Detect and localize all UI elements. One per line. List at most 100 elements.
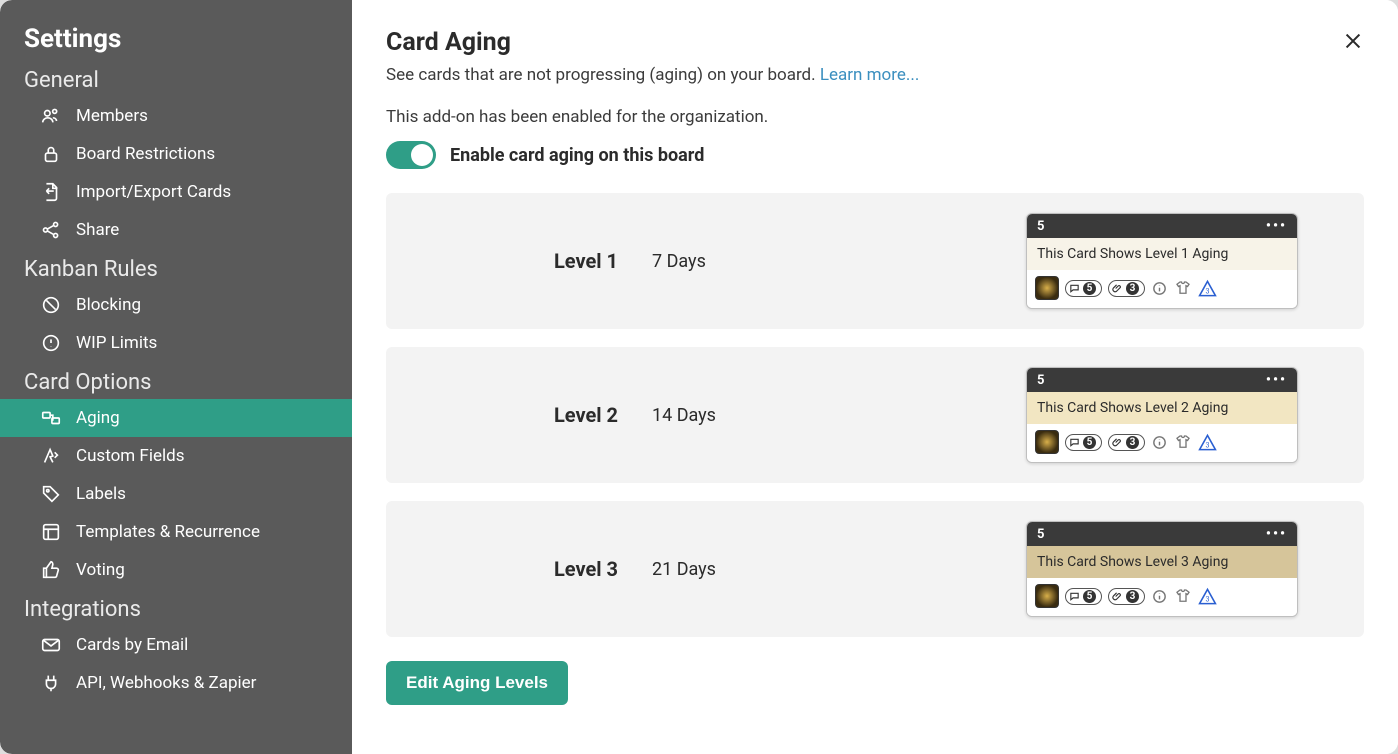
- preview-card: 5 ••• This Card Shows Level 3 Aging 5 3: [1026, 521, 1298, 617]
- edit-aging-levels-button[interactable]: Edit Aging Levels: [386, 661, 568, 705]
- svg-text:3: 3: [1206, 440, 1210, 449]
- sidebar-item-label: Share: [76, 220, 119, 240]
- voting-icon: [40, 559, 62, 581]
- preview-card-number: 5: [1037, 219, 1044, 234]
- level-days: 14 Days: [652, 405, 872, 426]
- comments-badge: 5: [1065, 280, 1102, 297]
- attachments-count: 3: [1126, 590, 1139, 603]
- sidebar-item-wip-limits[interactable]: WIP Limits: [0, 324, 352, 362]
- sidebar-title: Settings: [0, 18, 352, 60]
- attachments-badge: 3: [1108, 280, 1145, 297]
- sidebar-item-custom-fields[interactable]: Custom Fields: [0, 437, 352, 475]
- warning-badge: 3: [1198, 279, 1217, 298]
- level-label: Level 3: [412, 557, 652, 581]
- comments-badge: 5: [1065, 434, 1102, 451]
- aging-levels-list: Level 1 7 Days 5 ••• This Card Shows Lev…: [386, 193, 1364, 637]
- preview-card: 5 ••• This Card Shows Level 1 Aging 5 3: [1026, 213, 1298, 309]
- attachments-badge: 3: [1108, 588, 1145, 605]
- sidebar-item-api-webhooks[interactable]: API, Webhooks & Zapier: [0, 664, 352, 702]
- attachments-badge: 3: [1108, 434, 1145, 451]
- preview-card-header: 5 •••: [1027, 214, 1297, 238]
- preview-card-header: 5 •••: [1027, 368, 1297, 392]
- comments-badge: 5: [1065, 588, 1102, 605]
- sidebar-item-share[interactable]: Share: [0, 211, 352, 249]
- preview-card-icons: 5 3 3: [1027, 578, 1297, 616]
- shirt-icon: [1174, 279, 1192, 297]
- level-row: Level 1 7 Days 5 ••• This Card Shows Lev…: [386, 193, 1364, 329]
- settings-sidebar: Settings General Members Board Restricti…: [0, 0, 352, 754]
- avatar-icon: [1035, 430, 1059, 454]
- app-window: Settings General Members Board Restricti…: [0, 0, 1398, 754]
- preview-card-number: 5: [1037, 373, 1044, 388]
- preview-card-title: This Card Shows Level 3 Aging: [1027, 546, 1297, 578]
- sidebar-item-voting[interactable]: Voting: [0, 551, 352, 589]
- sidebar-item-label: API, Webhooks & Zapier: [76, 673, 256, 693]
- attachments-count: 3: [1126, 282, 1139, 295]
- toggle-label: Enable card aging on this board: [450, 145, 704, 166]
- sidebar-item-label: Aging: [76, 408, 120, 428]
- enabled-org-text: This add-on has been enabled for the org…: [386, 107, 1364, 127]
- sidebar-item-label: Members: [76, 106, 148, 126]
- sidebar-item-label: Import/Export Cards: [76, 182, 231, 202]
- preview-card-title: This Card Shows Level 2 Aging: [1027, 392, 1297, 424]
- level-days: 7 Days: [652, 251, 872, 272]
- sidebar-section-general: General: [0, 60, 352, 97]
- enable-card-aging-toggle[interactable]: [386, 141, 436, 169]
- avatar-icon: [1035, 276, 1059, 300]
- sidebar-item-label: Custom Fields: [76, 446, 184, 466]
- enable-toggle-row: Enable card aging on this board: [386, 141, 1364, 169]
- attachments-count: 3: [1126, 436, 1139, 449]
- sidebar-item-templates[interactable]: Templates & Recurrence: [0, 513, 352, 551]
- sidebar-item-board-restrictions[interactable]: Board Restrictions: [0, 135, 352, 173]
- close-button[interactable]: [1338, 26, 1368, 56]
- shirt-icon: [1174, 433, 1192, 451]
- page-subtitle-text: See cards that are not progressing (agin…: [386, 65, 820, 85]
- preview-card-icons: 5 3 3: [1027, 424, 1297, 462]
- lock-icon: [40, 143, 62, 165]
- preview-card: 5 ••• This Card Shows Level 2 Aging 5 3: [1026, 367, 1298, 463]
- sidebar-item-label: Blocking: [76, 295, 141, 315]
- sidebar-item-label: Cards by Email: [76, 635, 188, 655]
- avatar-icon: [1035, 584, 1059, 608]
- sidebar-section-integrations: Integrations: [0, 589, 352, 626]
- plug-icon: [40, 672, 62, 694]
- level-row: Level 2 14 Days 5 ••• This Card Shows Le…: [386, 347, 1364, 483]
- card-menu-icon[interactable]: •••: [1266, 218, 1287, 234]
- sidebar-item-label: WIP Limits: [76, 333, 157, 353]
- preview-card-icons: 5 3 3: [1027, 270, 1297, 308]
- sidebar-section-kanban: Kanban Rules: [0, 249, 352, 286]
- preview-card-number: 5: [1037, 527, 1044, 542]
- blocking-icon: [40, 294, 62, 316]
- card-menu-icon[interactable]: •••: [1266, 372, 1287, 388]
- card-menu-icon[interactable]: •••: [1266, 526, 1287, 542]
- warning-badge: 3: [1198, 433, 1217, 452]
- main-panel: Card Aging See cards that are not progre…: [352, 0, 1398, 754]
- warning-badge: 3: [1198, 587, 1217, 606]
- email-icon: [40, 634, 62, 656]
- info-icon: [1151, 434, 1168, 451]
- import-export-icon: [40, 181, 62, 203]
- toggle-knob: [411, 144, 433, 166]
- page-subtitle: See cards that are not progressing (agin…: [386, 65, 1364, 85]
- level-label: Level 1: [412, 249, 652, 273]
- svg-text:3: 3: [1206, 594, 1210, 603]
- sidebar-item-label: Templates & Recurrence: [76, 522, 260, 542]
- info-icon: [1151, 588, 1168, 605]
- sidebar-item-label: Voting: [76, 560, 125, 580]
- sidebar-item-aging[interactable]: Aging: [0, 399, 352, 437]
- custom-fields-icon: [40, 445, 62, 467]
- share-icon: [40, 219, 62, 241]
- comments-count: 5: [1083, 282, 1096, 295]
- sidebar-item-import-export[interactable]: Import/Export Cards: [0, 173, 352, 211]
- sidebar-item-blocking[interactable]: Blocking: [0, 286, 352, 324]
- learn-more-link[interactable]: Learn more...: [820, 65, 919, 85]
- comments-count: 5: [1083, 436, 1096, 449]
- sidebar-item-label: Board Restrictions: [76, 144, 215, 164]
- sidebar-item-members[interactable]: Members: [0, 97, 352, 135]
- members-icon: [40, 105, 62, 127]
- preview-card-header: 5 •••: [1027, 522, 1297, 546]
- sidebar-item-labels[interactable]: Labels: [0, 475, 352, 513]
- sidebar-item-cards-by-email[interactable]: Cards by Email: [0, 626, 352, 664]
- svg-text:3: 3: [1206, 286, 1210, 295]
- shirt-icon: [1174, 587, 1192, 605]
